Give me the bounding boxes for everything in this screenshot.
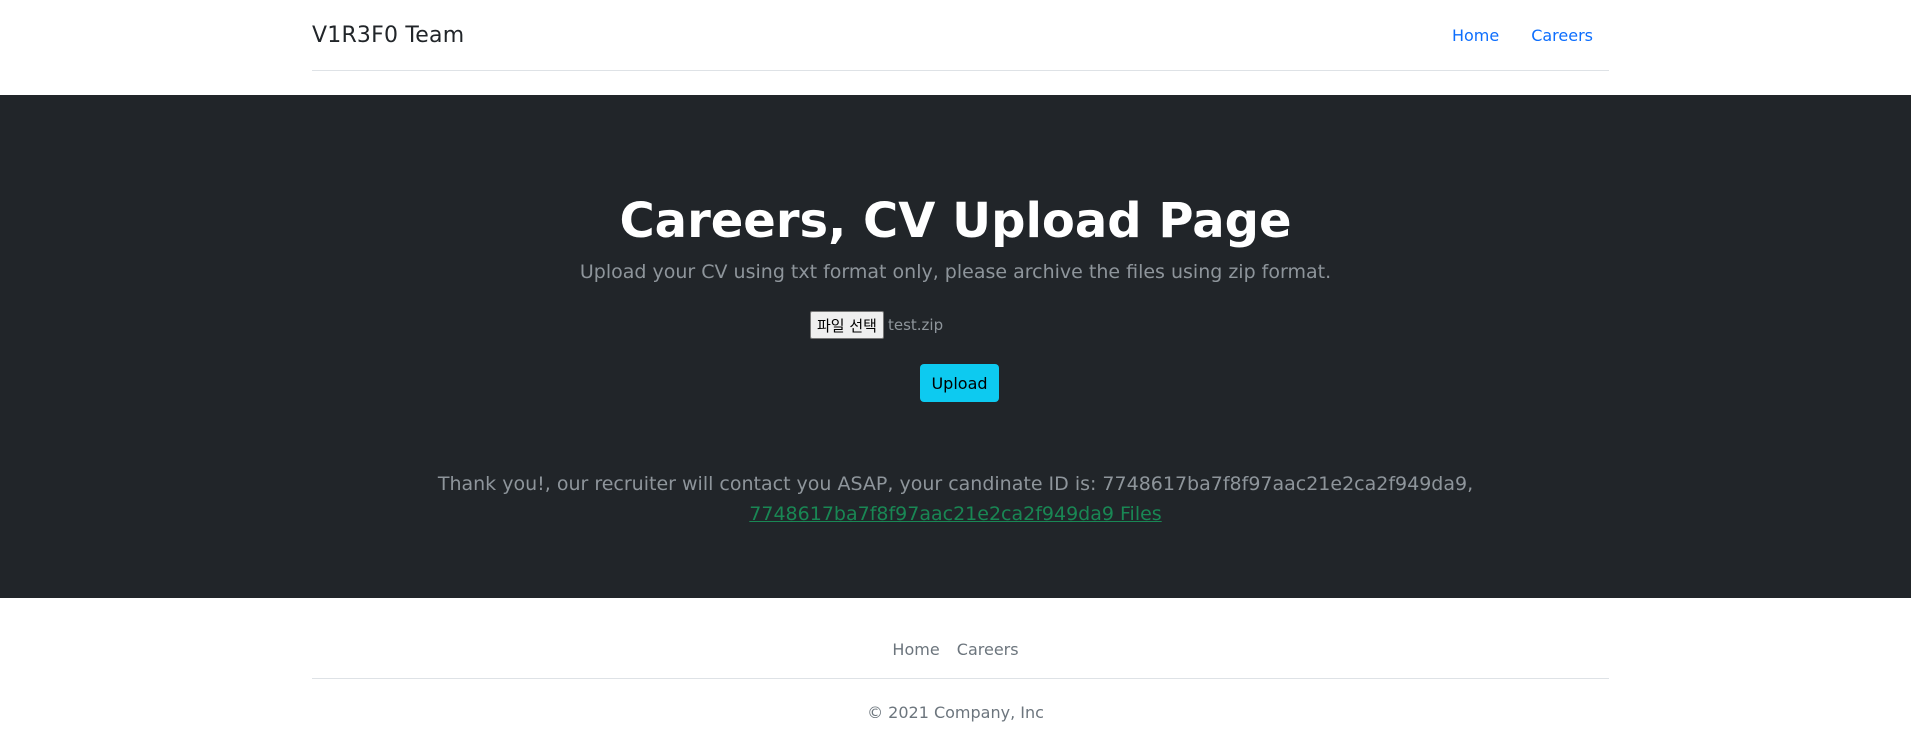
choose-file-button[interactable]: 파일 선택 <box>810 311 884 339</box>
nav-home-link[interactable]: Home <box>1436 18 1515 53</box>
footer-home-link[interactable]: Home <box>892 640 939 659</box>
page-title: Careers, CV Upload Page <box>619 193 1292 249</box>
footer-careers-link[interactable]: Careers <box>957 640 1019 659</box>
candidate-files-link[interactable]: 7748617ba7f8f97aac21e2ca2f949da9 Files <box>749 503 1161 525</box>
candidate-id-text: Thank you!, our recruiter will contact y… <box>437 473 1474 495</box>
hero-section: Careers, CV Upload Page Upload your CV u… <box>0 95 1911 598</box>
hero-lead-text: Upload your CV using txt format only, pl… <box>579 261 1332 283</box>
file-input-group: 파일 선택 test.zip <box>810 311 943 339</box>
upload-button[interactable]: Upload <box>920 364 999 402</box>
footer-nav: Home Careers <box>0 640 1911 659</box>
brand-link[interactable]: V1R3F0 Team <box>312 23 464 48</box>
header-container: V1R3F0 Team Home Careers <box>312 0 1609 71</box>
copyright-text: © 2021 Company, Inc <box>867 703 1044 722</box>
header-nav: Home Careers <box>1436 18 1609 53</box>
nav-careers-link[interactable]: Careers <box>1515 18 1609 53</box>
footer-divider <box>312 678 1609 679</box>
site-footer: Home Careers © 2021 Company, Inc <box>0 598 1911 743</box>
selected-file-name: test.zip <box>887 316 944 334</box>
site-header: V1R3F0 Team Home Careers <box>0 0 1911 95</box>
upload-result-message: Thank you!, our recruiter will contact y… <box>0 469 1911 529</box>
